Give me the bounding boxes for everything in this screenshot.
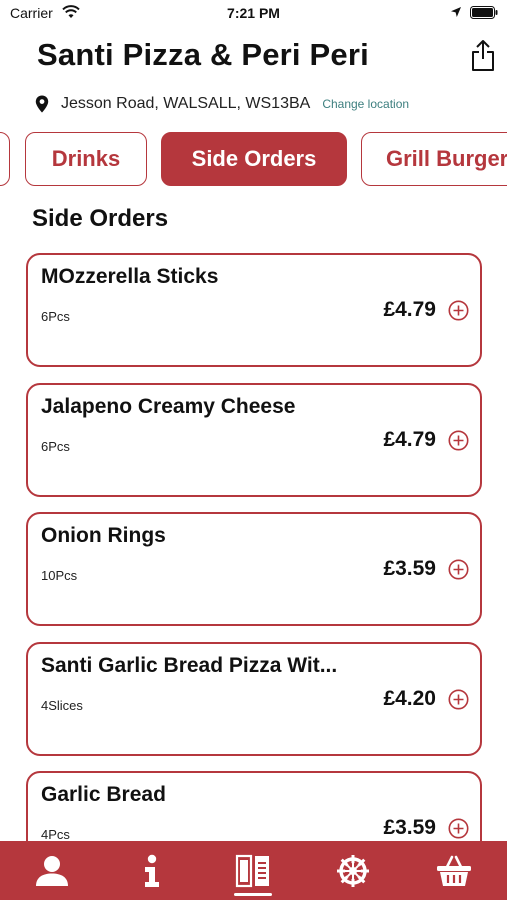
map-pin-icon — [35, 95, 49, 113]
nav-menu-button[interactable] — [233, 851, 273, 891]
add-circle-icon[interactable] — [448, 300, 469, 321]
item-name: Jalapeno Creamy Cheese — [41, 395, 296, 418]
bottom-nav — [0, 841, 507, 900]
status-bar: Carrier 7:21 PM — [0, 0, 507, 28]
item-description: 10Pcs — [41, 568, 78, 583]
category-tab-drinks[interactable]: Drinks — [25, 132, 147, 186]
menu-item-card[interactable]: Onion Rings 10Pcs £3.59 — [26, 512, 482, 626]
item-price: £4.79 — [383, 428, 436, 451]
category-tab-side-orders[interactable]: Side Orders — [161, 132, 347, 186]
item-description: 6Pcs — [41, 309, 70, 324]
item-name: MOzzerella Sticks — [41, 265, 219, 288]
status-time: 7:21 PM — [227, 5, 280, 21]
nav-info-button[interactable] — [132, 851, 172, 891]
menu-item-card[interactable]: Santi Garlic Bread Pizza Wit... 4Slices … — [26, 642, 482, 756]
section-heading: Side Orders — [32, 205, 169, 232]
menu-item-card[interactable]: Jalapeno Creamy Cheese 6Pcs £4.79 — [26, 383, 482, 497]
add-circle-icon[interactable] — [448, 559, 469, 580]
item-price: £4.79 — [383, 298, 436, 321]
info-icon — [145, 854, 159, 887]
add-circle-icon[interactable] — [448, 689, 469, 710]
basket-icon — [437, 855, 471, 886]
category-tabs: Drinks Side Orders Grill Burgers — [0, 132, 507, 188]
store-title: Santi Pizza & Peri Peri — [37, 37, 369, 72]
add-circle-icon[interactable] — [448, 818, 469, 839]
share-button[interactable] — [469, 38, 497, 72]
item-price: £4.20 — [383, 687, 436, 710]
location-arrow-icon — [451, 7, 461, 17]
nav-basket-button[interactable] — [434, 851, 474, 891]
category-tab-partial[interactable] — [0, 132, 10, 186]
nav-account-button[interactable] — [32, 851, 72, 891]
menu-item-card[interactable]: MOzzerella Sticks 6Pcs £4.79 — [26, 253, 482, 367]
battery-icon — [470, 6, 498, 19]
share-icon — [472, 40, 494, 71]
item-description: 4Slices — [41, 698, 83, 713]
item-price: £3.59 — [383, 557, 436, 580]
item-name: Garlic Bread — [41, 783, 166, 806]
item-description: 4Pcs — [41, 827, 70, 842]
category-tab-grill-burgers[interactable]: Grill Burgers — [361, 132, 507, 186]
item-name: Santi Garlic Bread Pizza Wit... — [41, 654, 338, 677]
add-circle-icon[interactable] — [448, 430, 469, 451]
nav-settings-button[interactable] — [333, 851, 373, 891]
settings-wheel-icon — [337, 855, 369, 887]
person-icon — [36, 856, 68, 886]
item-description: 6Pcs — [41, 439, 70, 454]
change-location-link[interactable]: Change location — [322, 97, 409, 111]
item-name: Onion Rings — [41, 524, 166, 547]
menu-icon — [235, 854, 269, 888]
item-price: £3.59 — [383, 816, 436, 839]
location-row: Jesson Road, WALSALL, WS13BA Change loca… — [35, 92, 409, 116]
nav-active-indicator — [234, 893, 272, 896]
store-address: Jesson Road, WALSALL, WS13BA — [61, 95, 311, 112]
